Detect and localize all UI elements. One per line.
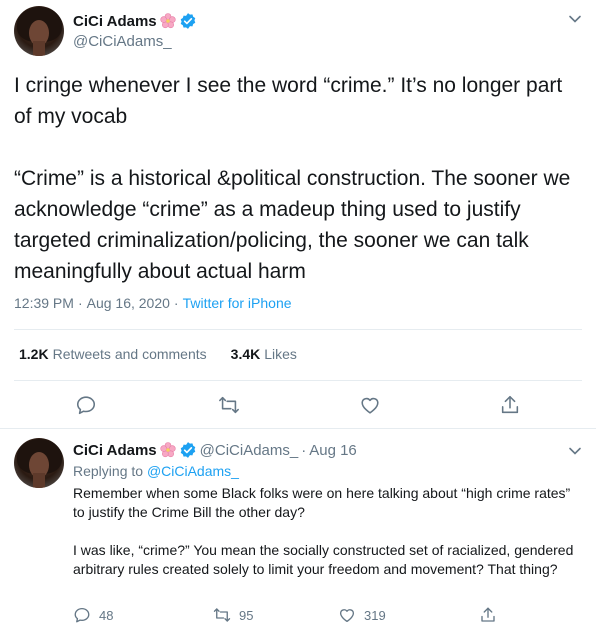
meta-separator: · [301,441,307,459]
likes-count[interactable]: 3.4K [231,346,261,362]
author-handle[interactable]: @CiCiAdams_ [73,33,172,50]
like-icon[interactable] [359,394,381,416]
author-display-name[interactable]: CiCi Adams [73,13,157,30]
reply-replies-count: 48 [99,607,114,623]
meta-separator: · [173,295,179,311]
reply-date[interactable]: Aug 16 [309,442,357,459]
chevron-down-icon[interactable] [568,444,582,458]
avatar[interactable] [14,438,64,488]
meta-separator: · [77,295,83,311]
author-name-row[interactable]: CiCi Adams [73,12,197,30]
reply-display-name[interactable]: CiCi Adams [73,442,157,459]
reply-likes-count: 319 [364,607,386,623]
reply-like-button[interactable]: 319 [338,606,386,624]
reply-retweet-button[interactable]: 95 [213,606,253,624]
reply-retweets-count: 95 [239,607,254,623]
divider [0,428,596,429]
like-icon[interactable] [338,606,356,624]
tweet-actions [0,394,596,418]
tweet-stats: 1.2K Retweets and comments 3.4K Likes [19,346,297,362]
tweet-date[interactable]: Aug 16, 2020 [87,295,170,311]
chevron-down-icon[interactable] [568,12,582,26]
reply-reply-button[interactable]: 48 [73,606,113,624]
likes-label[interactable]: Likes [264,346,297,362]
divider [14,380,582,381]
main-tweet: CiCi Adams @CiCiAdams_ I cringe whenever… [0,0,596,427]
retweets-label[interactable]: Retweets and comments [53,346,207,362]
reply-icon[interactable] [73,606,91,624]
reply-author-row[interactable]: CiCi Adams @CiCiAdams_ · Aug 16 [73,441,357,459]
reply-icon[interactable] [75,394,97,416]
share-icon[interactable] [479,606,497,624]
divider [14,329,582,330]
retweet-icon[interactable] [213,606,231,624]
reply-handle[interactable]: @CiCiAdams_ [200,442,299,459]
tweet-source-link[interactable]: Twitter for iPhone [183,295,292,311]
share-icon[interactable] [499,394,521,416]
replying-prefix: Replying to [73,463,144,479]
tweet-meta: 12:39 PM · Aug 16, 2020 · Twitter for iP… [14,295,292,311]
tweet-time[interactable]: 12:39 PM [14,295,74,311]
reply-share-button[interactable] [479,606,497,624]
retweets-count[interactable]: 1.2K [19,346,49,362]
cherry-blossom-icon [160,13,176,29]
avatar[interactable] [14,6,64,56]
verified-badge-icon [179,12,197,30]
tweet-text: I cringe whenever I see the word “crime.… [14,74,571,283]
retweet-icon[interactable] [218,394,240,416]
cherry-blossom-icon [160,442,176,458]
replying-handle-link[interactable]: @CiCiAdams_ [147,463,239,479]
verified-badge-icon [179,441,197,459]
reply-actions: 48 95 319 [73,606,573,626]
replying-to: Replying to @CiCiAdams_ [73,463,239,479]
reply-text: Remember when some Black folks were on h… [73,485,574,577]
